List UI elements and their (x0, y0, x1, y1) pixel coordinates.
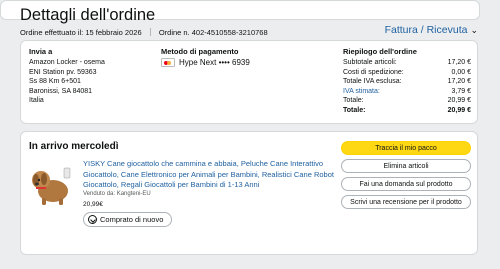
summary-row: Totale IVA esclusa: 17,20 € (343, 77, 471, 87)
address-line: Baronissi, SA 84081 (29, 87, 93, 95)
summary-title: Riepilogo dell'ordine (343, 47, 417, 56)
delete-items-button[interactable]: Elimina articoli (341, 159, 471, 173)
address-line: Amazon Locker - osema (29, 59, 105, 66)
summary-table: Subtotale articoli: 17,20 € Costi di sped… (343, 58, 471, 116)
summary-label: Totale: (343, 106, 366, 114)
summary-value: 3,79 € (451, 87, 471, 95)
credit-card-icon (161, 58, 175, 67)
address-line: ENI Station pv. 59363 (29, 68, 97, 76)
meta-divider (149, 28, 151, 36)
vat-link[interactable]: IVA stimata: (343, 87, 380, 97)
product-price: 20,99€ (83, 201, 103, 208)
order-summary-card: Invia a Amazon Locker - osema ENI Statio… (20, 40, 478, 124)
summary-label: Totale: (343, 97, 364, 105)
summary-label: Costi di spedizione: (343, 68, 404, 76)
ask-question-button[interactable]: Fai una domanda sul prodotto (341, 177, 471, 191)
shipment-card: In arrivo mercoledì YISKY Cane giocattol… (20, 131, 478, 255)
summary-grand-total: Totale: 20,99 € (343, 106, 471, 116)
invoice-link[interactable]: Fattura / Ricevuta ⌄ (385, 24, 478, 36)
summary-row: Subtotale articoli: 17,20 € (343, 58, 471, 68)
page-title: Dettagli dell'ordine (20, 6, 156, 24)
product-title-link[interactable]: YISKY Cane giocattolo che cammina e abba… (83, 159, 353, 191)
order-number: Ordine n. 402-4510558-3210768 (158, 28, 268, 37)
summary-value: 20,99 € (447, 106, 471, 114)
summary-value: 0,00 € (451, 68, 471, 76)
buy-again-label: Comprato di nuovo (100, 215, 164, 224)
summary-row: Costi di spedizione: 0,00 € (343, 68, 471, 78)
shipping-address: Amazon Locker - osema ENI Station pv. 59… (29, 58, 105, 106)
summary-label: Totale IVA esclusa: (343, 78, 402, 86)
write-review-button[interactable]: Scrivi una recensione per il prodotto (341, 195, 471, 209)
summary-row: IVA stimata: 3,79 € (343, 87, 471, 97)
summary-value: 17,20 € (447, 59, 471, 66)
reorder-icon (88, 215, 97, 224)
buy-again-button[interactable]: Comprato di nuovo (83, 212, 173, 227)
address-line: Ss 88 Km 6+501 (29, 78, 81, 85)
summary-value: 20,99 € (447, 97, 471, 105)
shipping-title: Invia a (29, 47, 53, 56)
product-image[interactable] (28, 158, 74, 208)
order-meta: Ordine effettuato il: 15 febbraio 2026 O… (20, 28, 268, 37)
shipment-actions: Traccia il mio pacco Elimina articoli Fa… (341, 141, 471, 213)
seller-label: Venduto da: Kangteni-EU (83, 191, 151, 197)
summary-value: 17,20 € (447, 78, 471, 86)
delivery-status: In arrivo mercoledì (29, 141, 119, 152)
payment-method: Hype Next •••• 6939 (161, 58, 250, 67)
address-line: Italia (29, 97, 44, 104)
payment-title: Metodo di pagamento (161, 47, 239, 56)
payment-method-label: Hype Next •••• 6939 (179, 58, 250, 67)
order-date: Ordine effettuato il: 15 febbraio 2026 (20, 28, 142, 37)
chevron-down-icon[interactable]: ⌄ (470, 25, 478, 36)
summary-row: Totale: 20,99 € (343, 96, 471, 106)
summary-label: Subtotale articoli: (343, 59, 397, 66)
track-package-button[interactable]: Traccia il mio pacco (341, 141, 471, 155)
invoice-link-label[interactable]: Fattura / Ricevuta (385, 24, 468, 36)
